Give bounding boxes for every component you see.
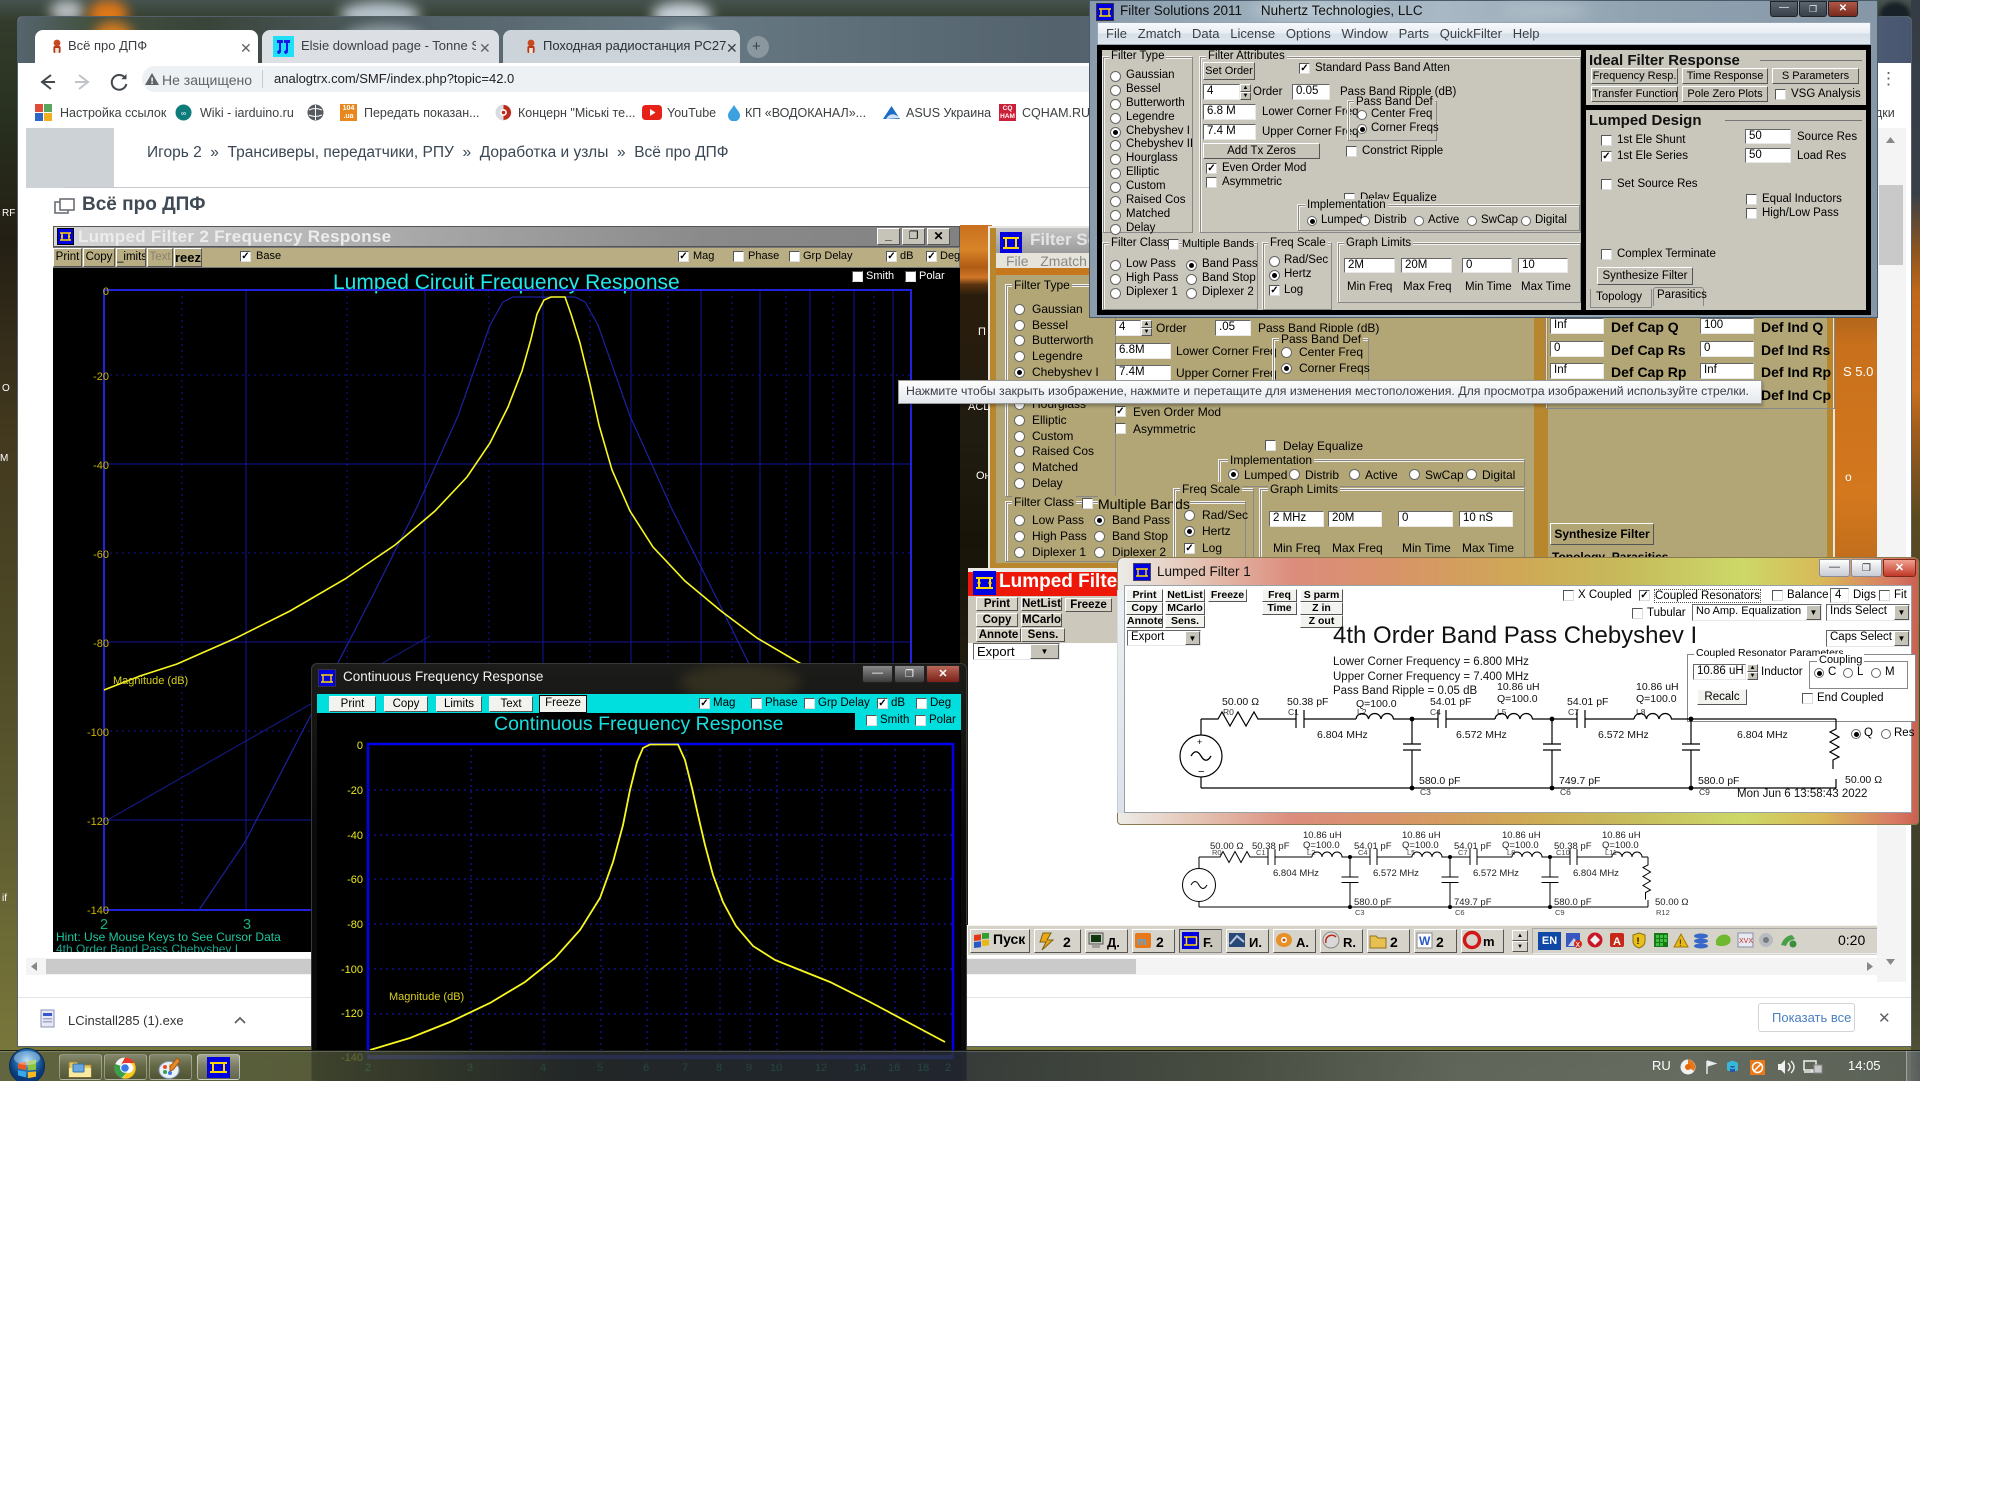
svg-text:-120: -120 [87, 816, 109, 828]
svg-text:C3: C3 [1420, 787, 1431, 797]
svg-text:A.: A. [1296, 935, 1309, 950]
svg-text:-100: -100 [341, 964, 363, 976]
svg-text:749.7 pF: 749.7 pF [1454, 897, 1492, 908]
svg-text:Q=100.0: Q=100.0 [1497, 693, 1538, 705]
svg-text:C1: C1 [1288, 707, 1299, 717]
svg-text:2: 2 [1390, 934, 1398, 950]
svg-text:R0: R0 [1223, 707, 1234, 717]
svg-text:2: 2 [1063, 934, 1071, 950]
svg-text:-60: -60 [347, 874, 363, 886]
svg-text:∞: ∞ [181, 111, 186, 118]
svg-text:C9: C9 [1699, 787, 1710, 797]
svg-text:6.804 MHz: 6.804 MHz [1273, 868, 1319, 879]
svg-text:C1: C1 [1256, 848, 1266, 857]
svg-text:!: ! [1679, 938, 1682, 948]
svg-text:m: m [1483, 934, 1495, 949]
svg-text:6.572 MHz: 6.572 MHz [1473, 868, 1519, 879]
svg-text:-40: -40 [347, 830, 363, 842]
svg-text:L8: L8 [1507, 848, 1515, 857]
svg-text:C7: C7 [1568, 707, 1579, 717]
svg-text:m: m [1137, 936, 1147, 948]
svg-text:580.0 pF: 580.0 pF [1698, 775, 1739, 787]
svg-text:10.86 uH: 10.86 uH [1636, 683, 1679, 693]
svg-text:L2: L2 [1307, 848, 1315, 857]
svg-text:C6: C6 [1455, 908, 1465, 917]
svg-text:C10: C10 [1556, 848, 1570, 857]
svg-text:-140: -140 [87, 905, 109, 917]
svg-text:580.0 pF: 580.0 pF [1354, 897, 1392, 908]
svg-text:0: 0 [103, 286, 109, 298]
svg-text:C4: C4 [1358, 848, 1368, 857]
svg-text:10.86 uH: 10.86 uH [1497, 683, 1540, 693]
svg-text:Д.: Д. [1107, 935, 1120, 950]
svg-text:50.00 Ω: 50.00 Ω [1655, 897, 1689, 908]
svg-text:2: 2 [1156, 934, 1164, 950]
svg-text:-40: -40 [93, 460, 109, 472]
svg-text:580.0 pF: 580.0 pF [1554, 897, 1592, 908]
svg-text:x: x [1576, 939, 1581, 949]
svg-text:Magnitude (dB): Magnitude (dB) [113, 675, 188, 687]
svg-text:-80: -80 [347, 919, 363, 931]
svg-text:+: + [1197, 737, 1202, 747]
svg-text:749.7 pF: 749.7 pF [1559, 775, 1600, 787]
svg-text:0: 0 [357, 740, 363, 752]
svg-text:-60: -60 [93, 549, 109, 561]
svg-text:2: 2 [1436, 934, 1444, 950]
svg-text:580.0 pF: 580.0 pF [1419, 775, 1460, 787]
svg-text:Magnitude (dB): Magnitude (dB) [389, 991, 464, 1003]
svg-text:R.: R. [1343, 935, 1356, 950]
svg-text:-20: -20 [347, 785, 363, 797]
svg-text:-20: -20 [93, 371, 109, 383]
svg-text:И.: И. [1249, 935, 1262, 950]
svg-text:−: − [1198, 766, 1204, 778]
svg-text:6.804 MHz: 6.804 MHz [1317, 729, 1368, 741]
svg-text:C6: C6 [1560, 787, 1571, 797]
svg-text:L11: L11 [1605, 848, 1617, 857]
svg-text:A: A [1613, 936, 1621, 948]
svg-text:6.572 MHz: 6.572 MHz [1373, 868, 1419, 879]
svg-text:L5: L5 [1407, 848, 1415, 857]
svg-text:Q=100.0: Q=100.0 [1636, 693, 1677, 705]
svg-text:6.804 MHz: 6.804 MHz [1573, 868, 1619, 879]
svg-text:L8: L8 [1636, 707, 1646, 717]
svg-text:L2: L2 [1357, 707, 1367, 717]
svg-text:C3: C3 [1355, 908, 1365, 917]
svg-text:R12: R12 [1656, 908, 1670, 917]
svg-text:C7: C7 [1458, 848, 1468, 857]
svg-text:-120: -120 [341, 1008, 363, 1020]
svg-text:C4: C4 [1430, 707, 1441, 717]
svg-text:L5: L5 [1497, 707, 1507, 717]
svg-text:6.804 MHz: 6.804 MHz [1737, 729, 1788, 741]
svg-text:W: W [1419, 934, 1431, 948]
svg-text:50.00 Ω: 50.00 Ω [1845, 774, 1882, 786]
svg-text:-80: -80 [93, 638, 109, 650]
svg-text:6.572 MHz: 6.572 MHz [1598, 729, 1649, 741]
svg-text:C9: C9 [1555, 908, 1565, 917]
svg-text:-100: -100 [87, 727, 109, 739]
svg-text:F.: F. [1203, 935, 1213, 950]
svg-text:R0: R0 [1212, 848, 1222, 857]
svg-text:6.572 MHz: 6.572 MHz [1456, 729, 1507, 741]
svg-text:XVX: XVX [1739, 938, 1753, 945]
svg-text:!: ! [1637, 936, 1640, 946]
